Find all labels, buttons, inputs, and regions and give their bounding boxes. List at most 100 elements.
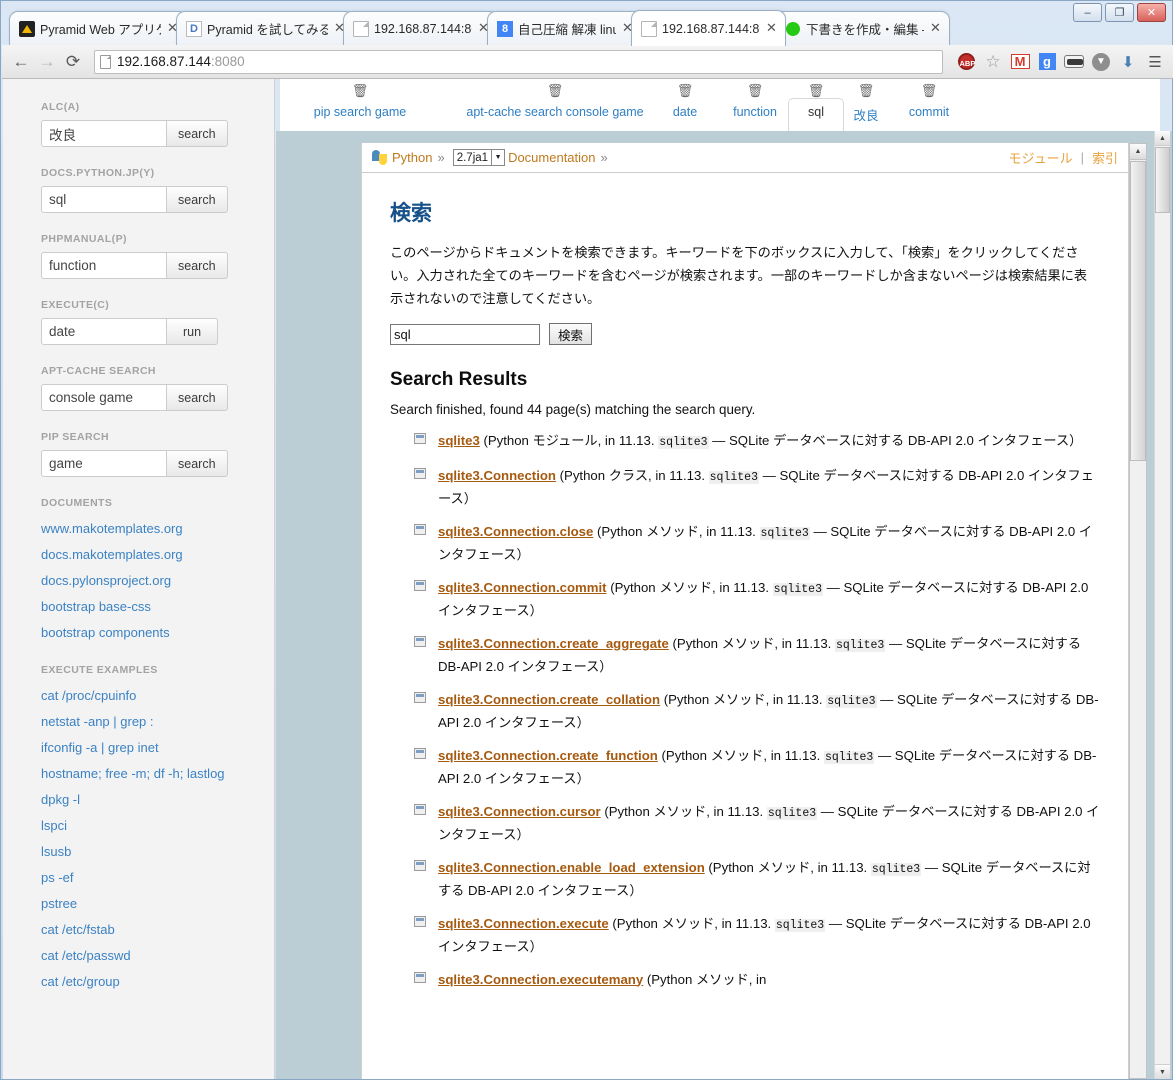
search-result-link[interactable]: sqlite3.Connection.create_aggregate [438, 636, 669, 651]
chevron-down-icon: ▼ [491, 150, 505, 165]
lastpass-shield-icon[interactable]: ▼ [1089, 50, 1113, 74]
alc-search-button[interactable]: search [167, 120, 228, 147]
trash-icon[interactable]: 🗑 [352, 83, 369, 98]
apt-cache-search-search-button[interactable]: search [167, 384, 228, 411]
search-result-link[interactable]: sqlite3.Connection.commit [438, 580, 607, 595]
docs-python-jp-search-button[interactable]: search [167, 186, 228, 213]
history-item-0[interactable]: 🗑 pip search game [280, 79, 440, 131]
breadcrumb-documentation[interactable]: Documentation [508, 150, 595, 165]
trash-icon[interactable]: 🗑 [677, 83, 694, 98]
adblock-plus-icon[interactable]: ABP [954, 50, 978, 74]
result-module-code: sqlite3 [774, 918, 826, 932]
example-link-2[interactable]: ifconfig -a | grep inet [41, 735, 274, 761]
google-icon[interactable]: g [1035, 50, 1059, 74]
address-bar[interactable]: 192.168.87.144:8080 [94, 49, 943, 74]
document-link-3[interactable]: bootstrap base-css [41, 594, 274, 620]
nav-modules-link[interactable]: モジュール [1009, 148, 1073, 167]
pip-search-input[interactable] [41, 450, 167, 477]
scroll-thumb[interactable] [1155, 147, 1170, 213]
execute-input[interactable] [41, 318, 167, 345]
search-result-link[interactable]: sqlite3 [438, 433, 480, 448]
scroll-up-icon[interactable]: ▲ [1155, 131, 1170, 146]
browser-tab-5[interactable]: 下書きを作成・編集 – Ｇ ✕ [775, 11, 950, 45]
doc-scroll-thumb[interactable] [1130, 161, 1146, 461]
incognito-mask-icon[interactable] [1062, 50, 1086, 74]
example-link-6[interactable]: lsusb [41, 839, 274, 865]
history-item-5[interactable]: 🗑 改良 [836, 79, 896, 131]
reload-button[interactable]: ⟳ [60, 49, 86, 75]
breadcrumb-python[interactable]: Python [392, 150, 432, 165]
browser-tab-2[interactable]: 192.168.87.144:8080/#t✕ [343, 11, 498, 45]
document-link-1[interactable]: docs.makotemplates.org [41, 542, 274, 568]
history-item-3[interactable]: 🗑 function [710, 79, 800, 131]
history-item-label: function [733, 105, 777, 119]
execute-run-button[interactable]: run [167, 318, 219, 345]
tab-close-icon[interactable]: ✕ [928, 21, 943, 36]
alc-input[interactable] [41, 120, 167, 147]
apt-cache-search-input[interactable] [41, 384, 167, 411]
trash-icon[interactable]: 🗑 [808, 83, 825, 98]
back-button[interactable]: ← [8, 49, 34, 75]
nav-index-link[interactable]: 索引 [1092, 148, 1118, 167]
document-link-2[interactable]: docs.pylonsproject.org [41, 568, 274, 594]
browser-tab-3[interactable]: 8自己圧縮 解凍 linux –✕ [487, 11, 642, 45]
browser-tab-0[interactable]: Pyramid Web アプリケー✕ [9, 11, 187, 45]
trash-icon[interactable]: 🗑 [547, 83, 564, 98]
version-select[interactable]: 2.7ja1 ▼ [452, 149, 506, 166]
trash-icon[interactable]: 🗑 [858, 83, 875, 98]
trash-icon[interactable]: 🗑 [921, 83, 938, 98]
search-result-item: sqlite3.Connection.executemany (Python メ… [414, 969, 1100, 991]
example-link-7[interactable]: ps -ef [41, 865, 274, 891]
doc-search-button[interactable]: 検索 [549, 323, 593, 345]
document-link-0[interactable]: www.makotemplates.org [41, 516, 274, 542]
example-link-8[interactable]: pstree [41, 891, 274, 917]
browser-tab-4[interactable]: 192.168.87.144:8080 ✕ [631, 10, 786, 46]
search-result-link[interactable]: sqlite3.Connection.enable_load_extension [438, 860, 705, 875]
scroll-down-icon[interactable]: ▼ [1155, 1064, 1170, 1079]
close-window-button[interactable]: ✕ [1137, 3, 1166, 22]
example-link-4[interactable]: dpkg -l [41, 787, 274, 813]
docs-python-jp-input[interactable] [41, 186, 167, 213]
doc-scroll-up-icon[interactable]: ▲ [1130, 144, 1146, 160]
phpmanual-search-button[interactable]: search [167, 252, 228, 279]
doc-frame-scrollbar[interactable]: ▲ [1129, 143, 1147, 1079]
document-link-4[interactable]: bootstrap components [41, 620, 274, 646]
search-result-link[interactable]: sqlite3.Connection.execute [438, 916, 609, 931]
maximize-button[interactable]: ❐ [1105, 3, 1134, 22]
search-result-link[interactable]: sqlite3.Connection.create_collation [438, 692, 660, 707]
example-link-1[interactable]: netstat -anp | grep : [41, 709, 274, 735]
example-link-10[interactable]: cat /etc/passwd [41, 943, 274, 969]
search-result-link[interactable]: sqlite3.Connection.create_function [438, 748, 658, 763]
phpmanual-input[interactable] [41, 252, 167, 279]
history-item-1[interactable]: 🗑 apt-cache search console game [430, 79, 680, 131]
documents-heading: DOCUMENTS [41, 497, 113, 509]
chrome-menu-icon[interactable]: ☰ [1143, 50, 1167, 74]
search-result-link[interactable]: sqlite3.Connection.close [438, 524, 593, 539]
search-result-item: sqlite3 (Python モジュール, in 11.13. sqlite3… [414, 430, 1100, 454]
doc-search-input[interactable] [390, 323, 540, 345]
example-link-9[interactable]: cat /etc/fstab [41, 917, 274, 943]
history-item-6[interactable]: 🗑 commit [890, 79, 968, 131]
search-result-link[interactable]: sqlite3.Connection.executemany [438, 972, 643, 987]
gmail-icon[interactable]: M [1008, 50, 1032, 74]
pyramid-icon [19, 20, 35, 37]
minimize-button[interactable]: – [1073, 3, 1102, 22]
browser-tab-1[interactable]: D Pyramid を試してみる – ✕ [176, 11, 354, 45]
result-page-icon [414, 433, 426, 444]
example-link-5[interactable]: lspci [41, 813, 274, 839]
forward-button[interactable]: → [34, 49, 60, 75]
menu-glyph: ☰ [1148, 53, 1162, 71]
search-result-link[interactable]: sqlite3.Connection.cursor [438, 804, 601, 819]
result-module-code: sqlite3 [835, 638, 886, 652]
example-link-3[interactable]: hostname; free -m; df -h; lastlog [41, 761, 274, 787]
pip-search-search-button[interactable]: search [167, 450, 228, 477]
browser-scrollbar[interactable]: ▲ ▼ [1154, 131, 1170, 1079]
downloads-icon[interactable]: ⬇ [1116, 50, 1140, 74]
tab-close-icon[interactable]: ✕ [764, 21, 779, 36]
example-link-0[interactable]: cat /proc/cpuinfo [41, 683, 274, 709]
example-link-11[interactable]: cat /etc/group [41, 969, 274, 995]
tab-strip: Pyramid Web アプリケー✕DPyramid を試してみる –✕192.… [1, 1, 1173, 46]
search-result-link[interactable]: sqlite3.Connection [438, 468, 556, 483]
trash-icon[interactable]: 🗑 [747, 83, 764, 98]
bookmark-star-icon[interactable]: ☆ [981, 50, 1005, 74]
